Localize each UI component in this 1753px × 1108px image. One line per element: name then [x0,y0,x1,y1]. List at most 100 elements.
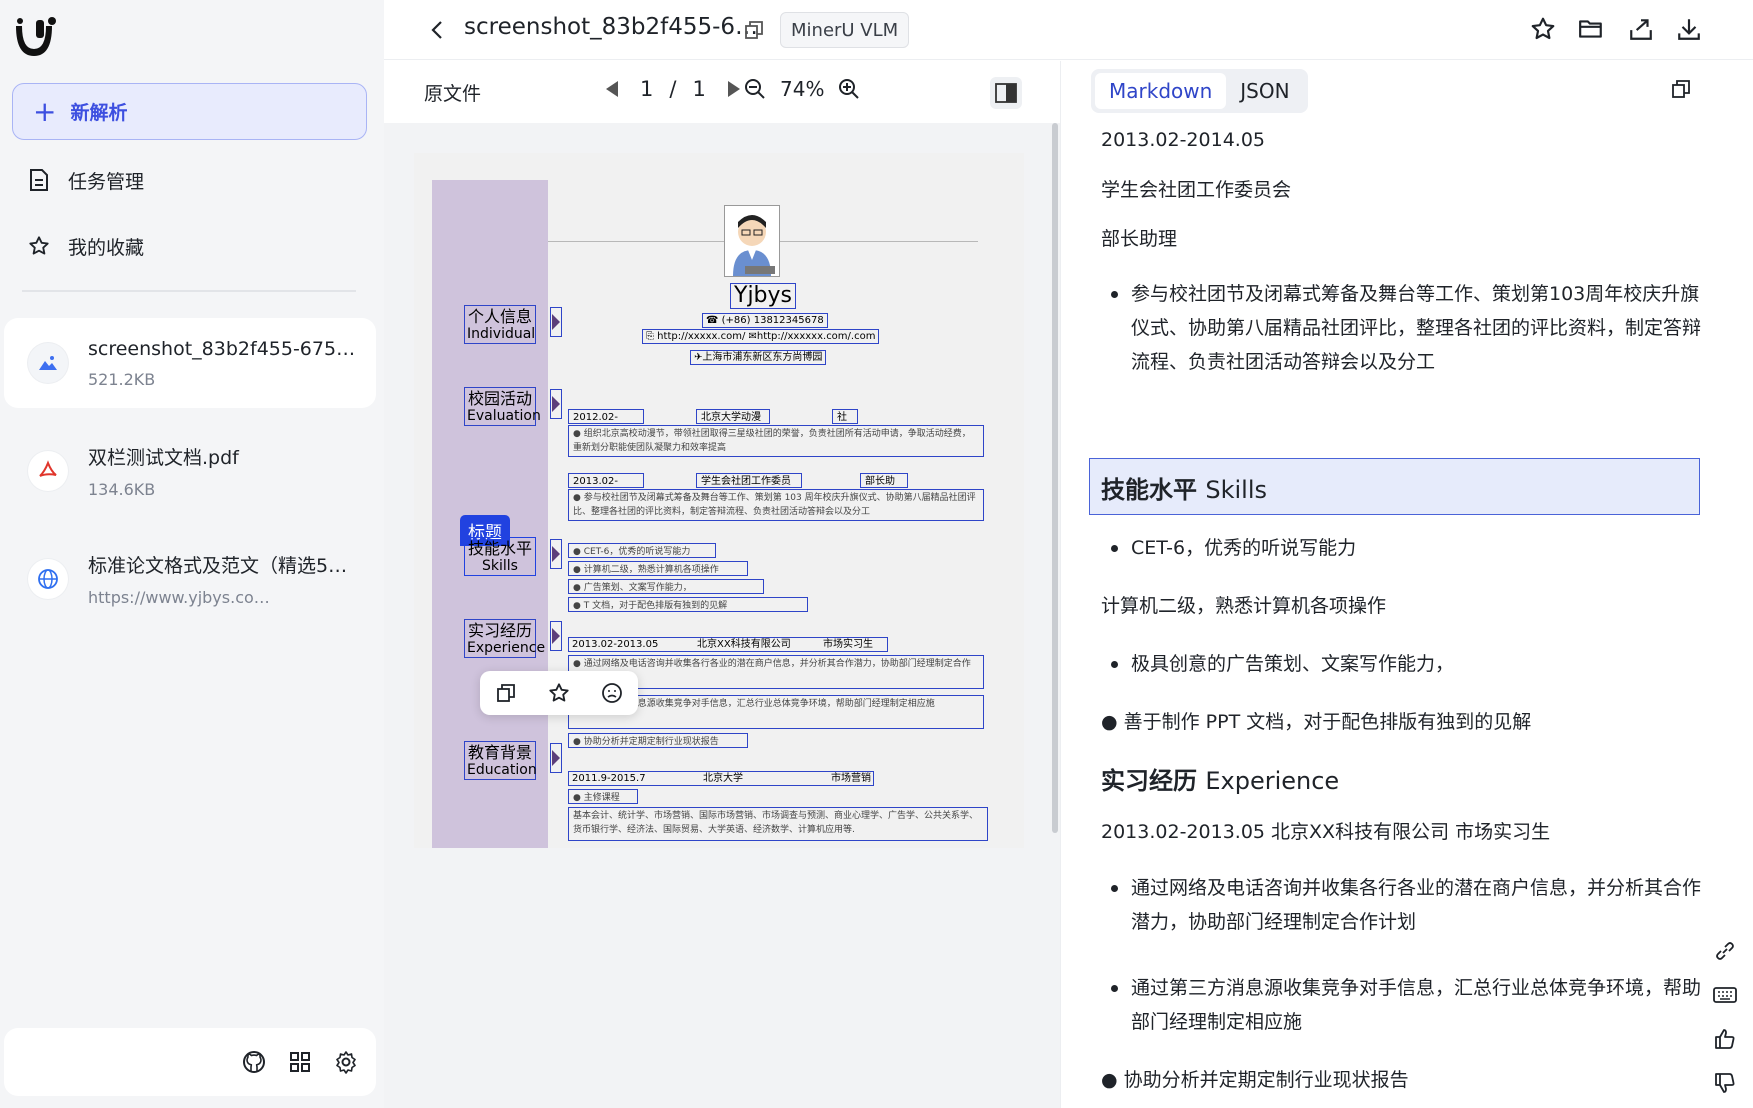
campus-date: 2012.02-2013.05 [568,409,644,424]
file-size: 134.6KB [88,480,156,499]
page-separator: / [669,77,677,101]
apps-grid-icon[interactable] [286,1048,314,1076]
file-name: 标准论文格式及范文（精选5… [88,555,348,577]
section-title-skills[interactable]: 技能水平 Skills [464,537,536,576]
nav-my-favorites[interactable]: 我的收藏 [28,226,358,266]
main-area: screenshot_83b2f455-6… MinerU VLM 原文件 1 … [384,0,1753,1108]
zoom-in-icon[interactable] [838,78,860,100]
copy-icon[interactable] [1671,79,1691,103]
section-arrow [550,389,562,419]
vertical-scrollbar[interactable] [1052,123,1058,833]
skill-item: ● CET-6，优秀的听说写能力 [568,543,716,558]
education-header: 2011.9-2015.7 北京大学 市场营销 [568,771,874,786]
education-courses: 基本会计、统计学、市场营销、国际市场营销、市场调查与预测、商业心理学、广告学、公… [568,807,988,841]
intern-header: 2013.02-2013.05 北京XX科技有限公司 市场实习生 [568,637,888,652]
document-icon [30,169,48,191]
copy-icon[interactable] [744,20,764,44]
top-bar: screenshot_83b2f455-6… MinerU VLM [384,0,1753,60]
zoom-out-icon[interactable] [744,78,766,100]
file-name: screenshot_83b2f455-675… [88,337,356,360]
md-line: 部长助理 [1101,228,1178,250]
section-title-evaluation: 校园活动 Evaluation [464,387,541,426]
thumbs-down-icon[interactable] [1711,1069,1739,1097]
intern-desc: ● 协助分析并定期定制行业现状报告 [568,733,748,748]
image-icon [28,343,68,383]
link-icon[interactable] [1711,937,1739,965]
education-course-label: ● 主修课程 [568,789,638,804]
current-page[interactable]: 1 [640,77,653,101]
sidebar-footer [4,1028,376,1096]
markdown-content: 2013.02-2014.05 学生会社团工作委员会 部长助理 参与校社团节及闭… [1089,123,1709,1108]
campus-desc: ● 组织北京高校动漫节，带领社团取得三星级社团的荣誉，负责社团所有活动申请，争取… [568,425,984,457]
model-badge: MinerU VLM [780,12,910,48]
layout-toggle-icon[interactable] [990,77,1022,109]
campus-date: 2013.02-2014.05 [568,473,644,488]
document-page-preview: Yjbys ☎ (+86) 13812345678 ⎘ http://xxxxx… [414,153,1024,848]
file-item[interactable]: 双栏测试文档.pdf 134.6KB [4,426,376,516]
plus-icon: + [33,94,57,128]
campus-role: 部长助理 [860,473,908,488]
section-title-individual: 个人信息 Individual [464,305,536,344]
original-file-panel: 原文件 1 / 1 74% Yjbys ☎ (+86) 13812345678 … [384,61,1060,1108]
skill-item: ● 计算机二级，熟悉计算机各项操作 [568,561,748,576]
skill-item: ● 广告策划、文案写作能力， [568,579,764,594]
file-item[interactable]: screenshot_83b2f455-675… 521.2KB [4,318,376,408]
copy-icon[interactable] [494,681,518,705]
campus-org: 学生会社团工作委员会 [696,473,802,488]
md-line: 2013.02-2013.05 北京XX科技有限公司 市场实习生 [1101,821,1551,843]
file-item[interactable]: 标准论文格式及范文（精选5… https://www.yjbys.co… [4,534,376,624]
resume-phone: ☎ (+86) 13812345678 [702,313,828,328]
section-arrow [550,621,562,651]
star-icon[interactable] [547,681,571,705]
thumbs-up-icon[interactable] [1711,1025,1739,1053]
nav-label: 任务管理 [68,170,145,193]
new-parse-button[interactable]: + 新解析 [12,83,367,140]
campus-role: 社长 [832,409,858,424]
next-page-icon[interactable] [726,80,742,98]
section-arrow [550,539,562,569]
md-bullet: 极具创意的广告策划、文案写作能力， [1101,647,1701,681]
sad-face-feedback-icon[interactable] [600,681,624,705]
file-url: https://www.yjbys.co… [88,588,270,607]
md-bullet: 通过网络及电话咨询并收集各行各业的潜在商户信息，并分析其合作潜力，协助部门经理制… [1101,871,1701,939]
side-toolbar [1705,937,1745,1108]
prev-page-icon[interactable] [604,80,620,98]
share-icon[interactable] [1628,16,1656,44]
resume-links: ⎘ http://xxxxx.com/ ✉http://xxxxxx.com/.… [642,329,880,344]
keyboard-icon[interactable] [1711,981,1739,1009]
md-bullet: 参与校社团节及闭幕式筹备及舞台等工作、策划第103周年校庆升旗仪式、协助第八届精… [1101,277,1701,379]
tab-markdown[interactable]: Markdown [1095,73,1227,109]
tab-json[interactable]: JSON [1226,73,1303,109]
skill-item: ● T 文档，对于配色排版有独到的见解 [568,597,808,612]
md-heading-experience: 实习经历 Experience [1101,767,1340,795]
nav-task-management[interactable]: 任务管理 [28,160,358,200]
resume-name: Yjbys [730,283,796,309]
folder-open-icon[interactable] [1578,16,1606,44]
github-icon[interactable] [240,1048,268,1076]
total-pages: 1 [692,77,706,101]
md-bullet: CET-6，优秀的听说写能力 [1101,531,1701,565]
download-icon[interactable] [1676,16,1704,44]
favorite-star-icon[interactable] [1530,16,1558,44]
file-name: 双栏测试文档.pdf [88,447,239,469]
new-parse-label: 新解析 [70,102,128,124]
document-title: screenshot_83b2f455-6… [464,14,759,40]
campus-org: 北京大学动漫社 [696,409,770,424]
campus-desc: ● 参与校社团节及闭幕式筹备及舞台等工作、策划第 103 周年校庆升旗仪式、协助… [568,489,984,521]
settings-gear-icon[interactable] [332,1048,360,1076]
pdf-icon [28,451,68,491]
md-line: 计算机二级，熟悉计算机各项操作 [1101,595,1387,617]
back-chevron-icon[interactable] [424,16,452,44]
md-line: 2013.02-2014.05 [1101,129,1265,151]
original-file-label: 原文件 [424,83,482,105]
md-line: ● 善于制作 PPT 文档，对于配色排版有独到的见解 [1101,711,1532,733]
zoom-level: 74% [780,77,825,101]
block-action-toolbar [480,671,638,715]
file-size: 521.2KB [88,369,156,389]
result-tabs: Markdown JSON [1091,69,1308,113]
sidebar: + 新解析 任务管理 我的收藏 screenshot_83b2f455-675…… [0,0,384,1108]
page-navigator: 1 / 1 [592,77,754,101]
section-arrow [550,743,562,773]
globe-icon [28,559,68,599]
mineru-logo-icon[interactable] [12,16,60,60]
